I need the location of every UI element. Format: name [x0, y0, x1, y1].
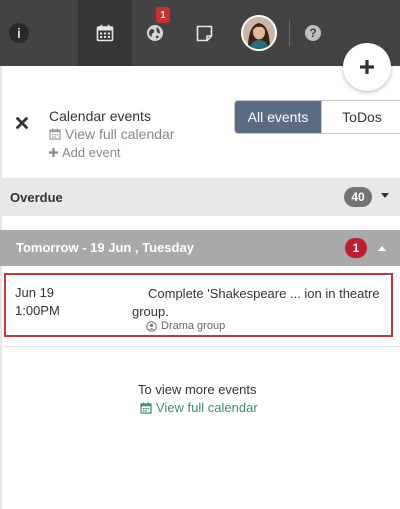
sticky-note-icon — [196, 25, 212, 41]
add-event-link[interactable]: Add event — [49, 145, 121, 160]
event-filter-toggle: All events ToDos — [234, 100, 400, 134]
overdue-section-header[interactable]: Overdue 40 — [0, 178, 400, 216]
event-time: 1:00PM — [15, 303, 60, 318]
help-icon: ? — [305, 25, 321, 41]
todos-tab[interactable]: ToDos — [321, 101, 400, 133]
info-icon: i — [9, 23, 29, 43]
event-title[interactable]: Complete 'Shakespeare ... ion in theatre… — [132, 285, 390, 321]
calendar-button[interactable] — [78, 0, 132, 66]
top-bar: i 1 ? — [0, 0, 400, 66]
left-edge — [0, 66, 2, 509]
view-full-calendar-label: View full calendar — [65, 126, 175, 142]
close-panel-button[interactable] — [13, 114, 31, 132]
plus-icon — [49, 148, 58, 157]
toolbar-separator — [289, 20, 290, 46]
overdue-label: Overdue — [10, 189, 63, 205]
divider — [2, 346, 400, 347]
info-button[interactable]: i — [0, 0, 38, 66]
event-item[interactable]: Jun 19 1:00PM Complete 'Shakespeare ... … — [4, 273, 393, 337]
avatar — [241, 15, 277, 51]
all-events-tab[interactable]: All events — [235, 101, 321, 133]
notes-button[interactable] — [186, 0, 222, 66]
plus-icon — [360, 60, 374, 74]
globe-icon — [147, 25, 163, 41]
event-group-label: Drama group — [161, 320, 226, 332]
footer-view-full-calendar-label: View full calendar — [156, 400, 258, 415]
view-full-calendar-link[interactable]: View full calendar — [49, 126, 174, 142]
event-group: Drama group — [146, 320, 225, 332]
calendar-icon — [49, 128, 61, 140]
footer-view-full-calendar-link[interactable]: View full calendar — [140, 400, 258, 415]
add-event-label: Add event — [62, 145, 121, 160]
calendar-icon — [96, 24, 114, 42]
notification-badge: 1 — [156, 7, 170, 23]
overdue-count-badge: 40 — [344, 187, 372, 207]
panel-title: Calendar events — [49, 108, 151, 124]
chevron-down-icon[interactable] — [381, 193, 389, 198]
close-icon — [16, 117, 28, 129]
user-icon — [146, 320, 157, 332]
tomorrow-label: Tomorrow - 19 Jun , Tuesday — [16, 240, 194, 255]
view-more-hint: To view more events — [138, 382, 257, 397]
tomorrow-count-badge: 1 — [345, 238, 367, 258]
event-date: Jun 19 — [15, 285, 55, 300]
calendar-icon — [140, 402, 152, 414]
chevron-up-icon[interactable] — [378, 246, 386, 251]
help-button[interactable]: ? — [298, 0, 328, 66]
tomorrow-section-header[interactable]: Tomorrow - 19 Jun , Tuesday 1 — [0, 230, 400, 266]
add-button[interactable] — [343, 43, 391, 91]
user-menu-button[interactable] — [238, 0, 280, 66]
